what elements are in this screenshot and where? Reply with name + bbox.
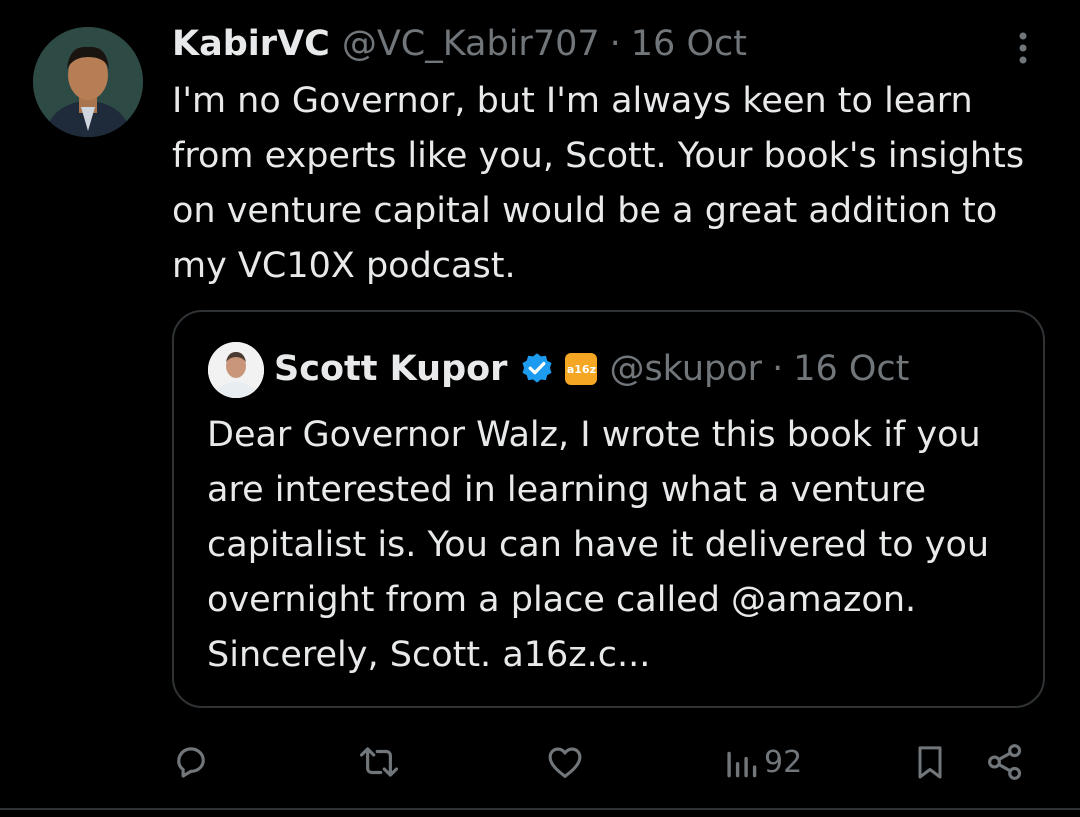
quoted-tweet-text: Dear Governor Walz, I wrote this book if…: [207, 415, 990, 675]
reply-button[interactable]: [170, 735, 212, 789]
author-handle[interactable]: @VC_Kabir707: [342, 24, 600, 64]
quoted-author-avatar[interactable]: [208, 342, 264, 398]
tweet-text: I'm no Governor, but I'm always keen to …: [172, 81, 1025, 286]
retweet-icon: [359, 747, 399, 777]
share-button[interactable]: [984, 735, 1026, 789]
separator-dot: ·: [609, 24, 621, 64]
bookmark-button[interactable]: [910, 735, 950, 789]
tweet[interactable]: KabirVC @VC_Kabir707 · 16 Oct I'm no Gov…: [0, 0, 1080, 817]
views-button[interactable]: 92: [724, 735, 802, 789]
views-icon: [727, 751, 757, 778]
author-avatar[interactable]: [33, 27, 143, 137]
quoted-tweet-date[interactable]: 16 Oct: [793, 349, 909, 389]
bookmark-icon: [918, 746, 942, 779]
author-name[interactable]: KabirVC: [172, 24, 330, 64]
like-button[interactable]: [543, 735, 587, 789]
separator-dot: ·: [772, 349, 784, 389]
affiliation-label: a16z: [566, 362, 596, 376]
tweet-date[interactable]: 16 Oct: [631, 24, 747, 64]
reply-icon: [177, 747, 205, 778]
share-icon: [988, 744, 1022, 780]
verified-badge-icon: [522, 353, 552, 383]
more-vertical-icon[interactable]: [1008, 28, 1038, 68]
affiliation-badge[interactable]: a16z: [565, 353, 598, 385]
quoted-tweet[interactable]: Scott Kupor a16z @skupor · 16 Oct Dear G…: [172, 310, 1045, 708]
divider: [0, 808, 1080, 810]
action-bar: 92: [0, 735, 1080, 795]
quoted-author-handle[interactable]: @skupor: [609, 349, 762, 389]
tweet-header: KabirVC @VC_Kabir707 · 16 Oct: [172, 20, 747, 68]
views-count: 92: [764, 744, 803, 780]
heart-icon: [548, 747, 582, 778]
quoted-author-name[interactable]: Scott Kupor: [274, 349, 507, 389]
retweet-button[interactable]: [356, 735, 402, 789]
quoted-tweet-header: Scott Kupor a16z @skupor · 16 Oct: [274, 344, 909, 394]
